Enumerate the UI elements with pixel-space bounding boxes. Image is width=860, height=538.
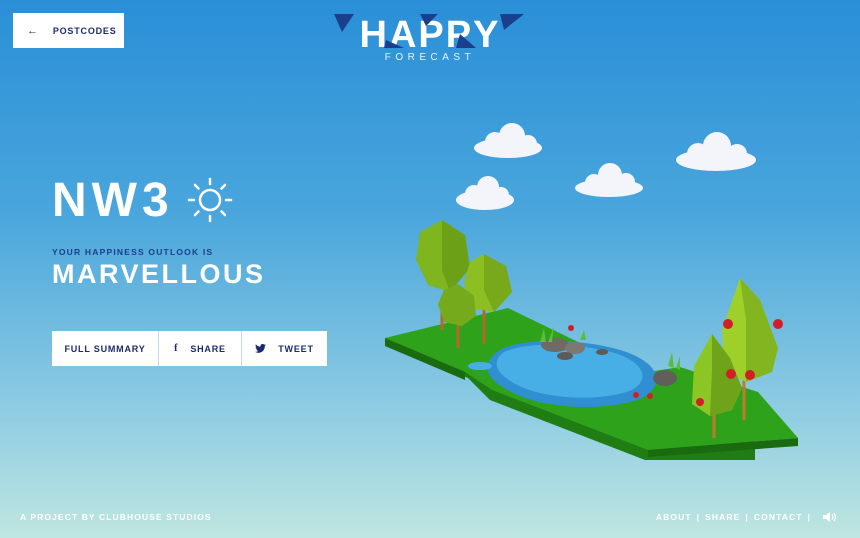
island-scene-illustration (385, 123, 798, 460)
arrow-left-icon: ← (27, 24, 39, 37)
cloud-icon (456, 176, 514, 210)
footer-link-share[interactable]: SHARE (705, 512, 740, 522)
full-summary-button[interactable]: FULL SUMMARY (52, 331, 159, 366)
logo-subtitle: FORECAST (384, 52, 476, 63)
action-bar: FULL SUMMARY f SHARE TWEET (52, 331, 327, 366)
footer-credit: A PROJECT BY CLUBHOUSE STUDIOS (20, 512, 212, 522)
facebook-icon: f (174, 343, 179, 354)
postcodes-back-label: POSTCODES (52, 25, 117, 36)
speaker-icon[interactable] (822, 511, 838, 523)
postcodes-back-button[interactable]: ← POSTCODES (13, 13, 124, 48)
outlook-label: YOUR HAPPINESS OUTLOOK IS (52, 247, 214, 257)
twitter-icon (255, 344, 267, 353)
cloud-icon (474, 123, 542, 158)
footer-separator: | (745, 512, 749, 522)
outlook-value: MARVELLOUS (52, 259, 266, 289)
footer-separator: | (807, 512, 811, 522)
footer-links: ABOUT | SHARE | CONTACT | (656, 511, 838, 523)
tweet-label: TWEET (278, 343, 314, 354)
footer-separator: | (696, 512, 701, 522)
footer-link-about[interactable]: ABOUT (656, 512, 692, 522)
share-label: SHARE (190, 343, 226, 354)
sun-icon (187, 177, 233, 223)
share-button[interactable]: f SHARE (159, 331, 242, 366)
cloud-icon (575, 163, 643, 197)
tweet-button[interactable]: TWEET (242, 331, 327, 366)
full-summary-label: FULL SUMMARY (64, 343, 146, 354)
postcode-title: NW3 (52, 174, 174, 227)
footer-link-contact[interactable]: CONTACT (754, 512, 803, 522)
cloud-icon (676, 132, 756, 171)
